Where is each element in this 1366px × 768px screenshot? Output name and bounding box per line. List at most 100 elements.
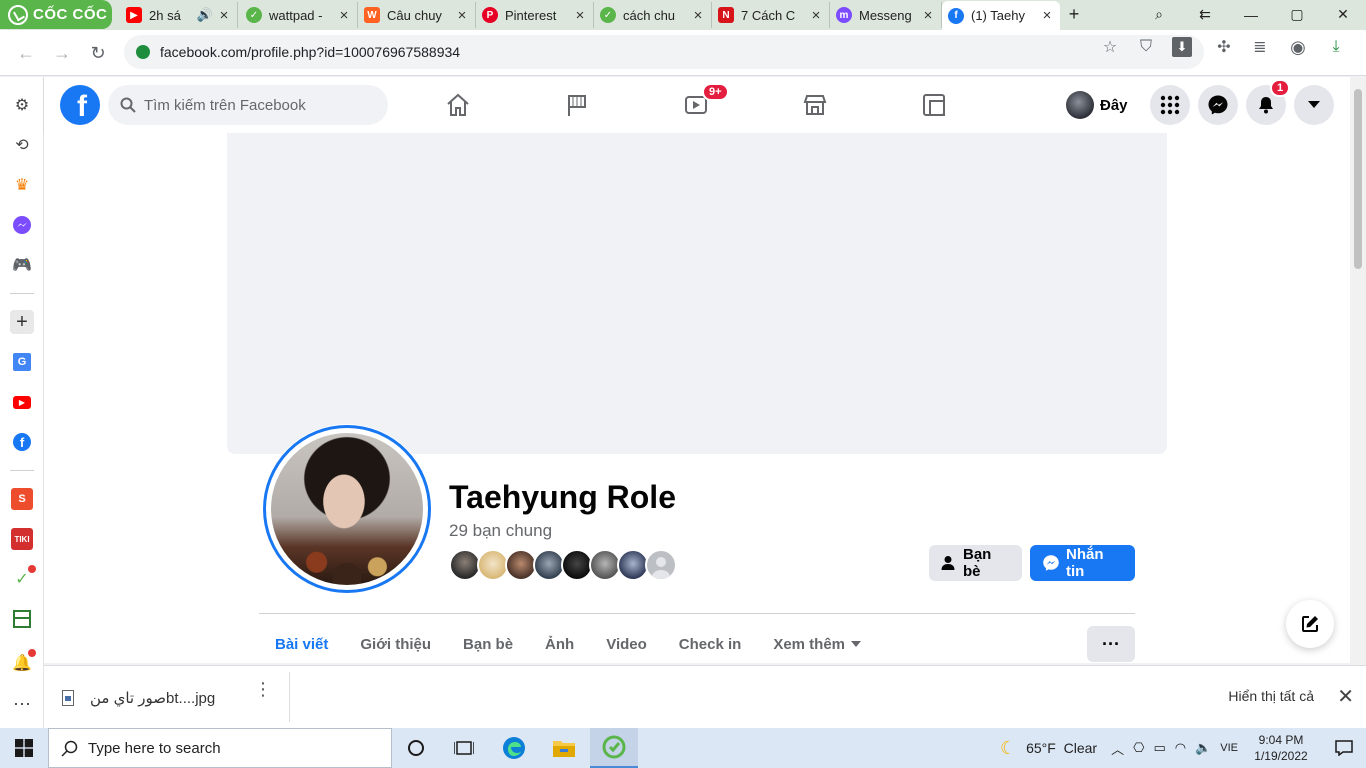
cortana-button[interactable] (392, 728, 440, 768)
minimize-button[interactable]: — (1228, 0, 1274, 29)
browser-tab[interactable]: ✓ wattpad - × (240, 2, 358, 28)
nav-marketplace[interactable] (759, 77, 871, 133)
mutual-friends-avatars[interactable] (449, 549, 677, 581)
profile-chip[interactable]: Đây (1066, 89, 1128, 121)
tab-photos[interactable]: Ảnh (529, 626, 590, 662)
back-button[interactable]: ← (12, 39, 40, 67)
show-all-downloads-link[interactable]: Hiển thị tất cả (1228, 688, 1314, 704)
facebook-icon[interactable]: f (10, 430, 34, 454)
forward-button[interactable]: → (48, 39, 76, 67)
crown-icon[interactable]: ♛ (10, 173, 34, 197)
close-tab-icon[interactable]: × (809, 7, 823, 24)
close-tab-icon[interactable]: × (691, 7, 705, 24)
notifications-button[interactable]: 1 (1246, 79, 1291, 125)
friends-button[interactable]: Bạn bè (929, 545, 1022, 581)
volume-icon[interactable]: 🔈 (1195, 740, 1211, 756)
task-view-button[interactable] (440, 728, 488, 768)
tab-more[interactable]: Xem thêm (757, 626, 877, 662)
browser-tab-active[interactable]: f (1) Taehy × (942, 1, 1060, 30)
history-icon[interactable]: ⟲ (10, 133, 34, 157)
coccoc-extension-icon[interactable]: ✓ (10, 565, 36, 591)
tab-posts[interactable]: Bài viết (259, 626, 344, 662)
facebook-logo[interactable]: f (60, 85, 100, 125)
browser-tab[interactable]: ✓ cách chu × (594, 2, 712, 28)
tab-check-ins[interactable]: Check in (663, 626, 758, 662)
settings-gear-icon[interactable]: ⚙ (10, 93, 34, 117)
extensions-icon[interactable]: ✣ (1214, 37, 1234, 57)
tab-friends[interactable]: Bạn bè (447, 626, 529, 662)
default-avatar-icon[interactable] (645, 549, 677, 581)
browser-tab[interactable]: m Messeng × (830, 2, 942, 28)
facebook-search-box[interactable] (108, 85, 388, 125)
close-tab-icon[interactable]: × (1040, 7, 1054, 24)
nav-gaming[interactable] (878, 77, 990, 133)
add-sidebar-app-icon[interactable]: + (10, 310, 34, 334)
nav-pages[interactable] (521, 77, 633, 133)
reload-button[interactable]: ↻ (84, 39, 112, 67)
browser-tab[interactable]: W Câu chuy × (358, 2, 476, 28)
scrollbar-thumb[interactable] (1354, 89, 1362, 269)
page-scrollbar[interactable] (1350, 77, 1366, 665)
meet-now-icon[interactable]: ⎔ (1133, 740, 1144, 756)
download-page-icon[interactable]: ⬇ (1172, 37, 1192, 57)
close-tab-icon[interactable]: × (921, 7, 935, 24)
close-window-button[interactable]: ✕ (1320, 0, 1366, 29)
url-text[interactable]: facebook.com/profile.php?id=100076967588… (160, 44, 460, 60)
close-tab-icon[interactable]: × (455, 7, 469, 24)
coccoc-app[interactable] (590, 728, 638, 768)
weather-widget[interactable]: ☾ 65°F Clear (1000, 738, 1097, 759)
nav-home[interactable] (402, 77, 514, 133)
tab-search-icon[interactable]: ⌕ (1136, 0, 1182, 29)
mutual-friends-count[interactable]: 29 bạn chung (449, 521, 552, 541)
messenger-button[interactable] (1198, 85, 1238, 125)
chevron-up-icon[interactable]: ︿ (1111, 739, 1124, 758)
action-center-button[interactable] (1326, 740, 1362, 756)
account-menu-button[interactable] (1294, 85, 1334, 125)
reading-list-icon[interactable]: ≣ (1250, 37, 1270, 57)
address-bar[interactable]: facebook.com/profile.php?id=100076967588… (124, 35, 1204, 69)
speaker-icon[interactable]: 🔊 (197, 7, 213, 23)
menu-grid-button[interactable] (1150, 85, 1190, 125)
edge-app[interactable] (490, 728, 538, 768)
close-tab-icon[interactable]: × (337, 7, 351, 24)
back-forward-icon[interactable]: ⇇ (1182, 0, 1228, 29)
tab-about[interactable]: Giới thiệu (344, 626, 447, 662)
more-options-button[interactable]: ··· (1087, 626, 1135, 662)
windows-search-input[interactable] (88, 739, 368, 757)
tab-videos[interactable]: Video (590, 626, 663, 662)
wifi-icon[interactable]: ◠ (1175, 740, 1186, 756)
new-message-button[interactable] (1286, 600, 1334, 648)
maximize-button[interactable]: ▢ (1274, 0, 1320, 29)
coccoc-menu-button[interactable]: CỐC CỐC (0, 0, 112, 29)
close-download-bar-icon[interactable]: ✕ (1337, 684, 1354, 709)
calculator-grid-icon[interactable] (10, 607, 34, 631)
more-options-icon[interactable]: ··· (10, 691, 34, 715)
browser-tab[interactable]: P Pinterest × (476, 2, 594, 28)
browser-tab[interactable]: N 7 Cách C × (712, 2, 830, 28)
download-item[interactable]: صور تاي منbt....jpg (62, 682, 215, 714)
new-tab-button[interactable]: + (1060, 0, 1088, 29)
windows-search-box[interactable] (48, 728, 392, 768)
gamepad-icon[interactable]: 🎮 (10, 253, 34, 277)
messenger-icon[interactable] (10, 213, 34, 237)
nav-watch[interactable]: 9+ (640, 77, 752, 133)
shield-icon[interactable]: ⛉ (1136, 37, 1156, 57)
facebook-search-input[interactable] (144, 96, 364, 114)
cover-photo-area[interactable] (227, 133, 1167, 454)
youtube-icon[interactable]: ▶ (10, 390, 34, 414)
google-translate-icon[interactable]: G (10, 350, 34, 374)
clock[interactable]: 9:04 PM 1/19/2022 (1250, 732, 1312, 764)
shopee-icon[interactable]: S (10, 487, 34, 511)
downloads-icon[interactable]: ⤓ (1326, 37, 1346, 57)
notification-bell-icon[interactable]: 🔔 (10, 649, 36, 675)
secure-lock-icon[interactable] (136, 45, 150, 59)
bookmark-star-icon[interactable]: ☆ (1100, 37, 1120, 57)
download-options-icon[interactable]: ⋮ (254, 680, 272, 698)
message-button[interactable]: Nhắn tin (1030, 545, 1135, 581)
tiki-icon[interactable]: TIKI (10, 527, 34, 551)
profile-account-icon[interactable]: ◉ (1288, 37, 1308, 57)
close-tab-icon[interactable]: × (573, 7, 587, 24)
battery-icon[interactable]: ▭ (1153, 740, 1165, 756)
browser-tab[interactable]: ▶ 2h sá 🔊 × (120, 2, 238, 28)
profile-picture[interactable] (262, 424, 432, 594)
